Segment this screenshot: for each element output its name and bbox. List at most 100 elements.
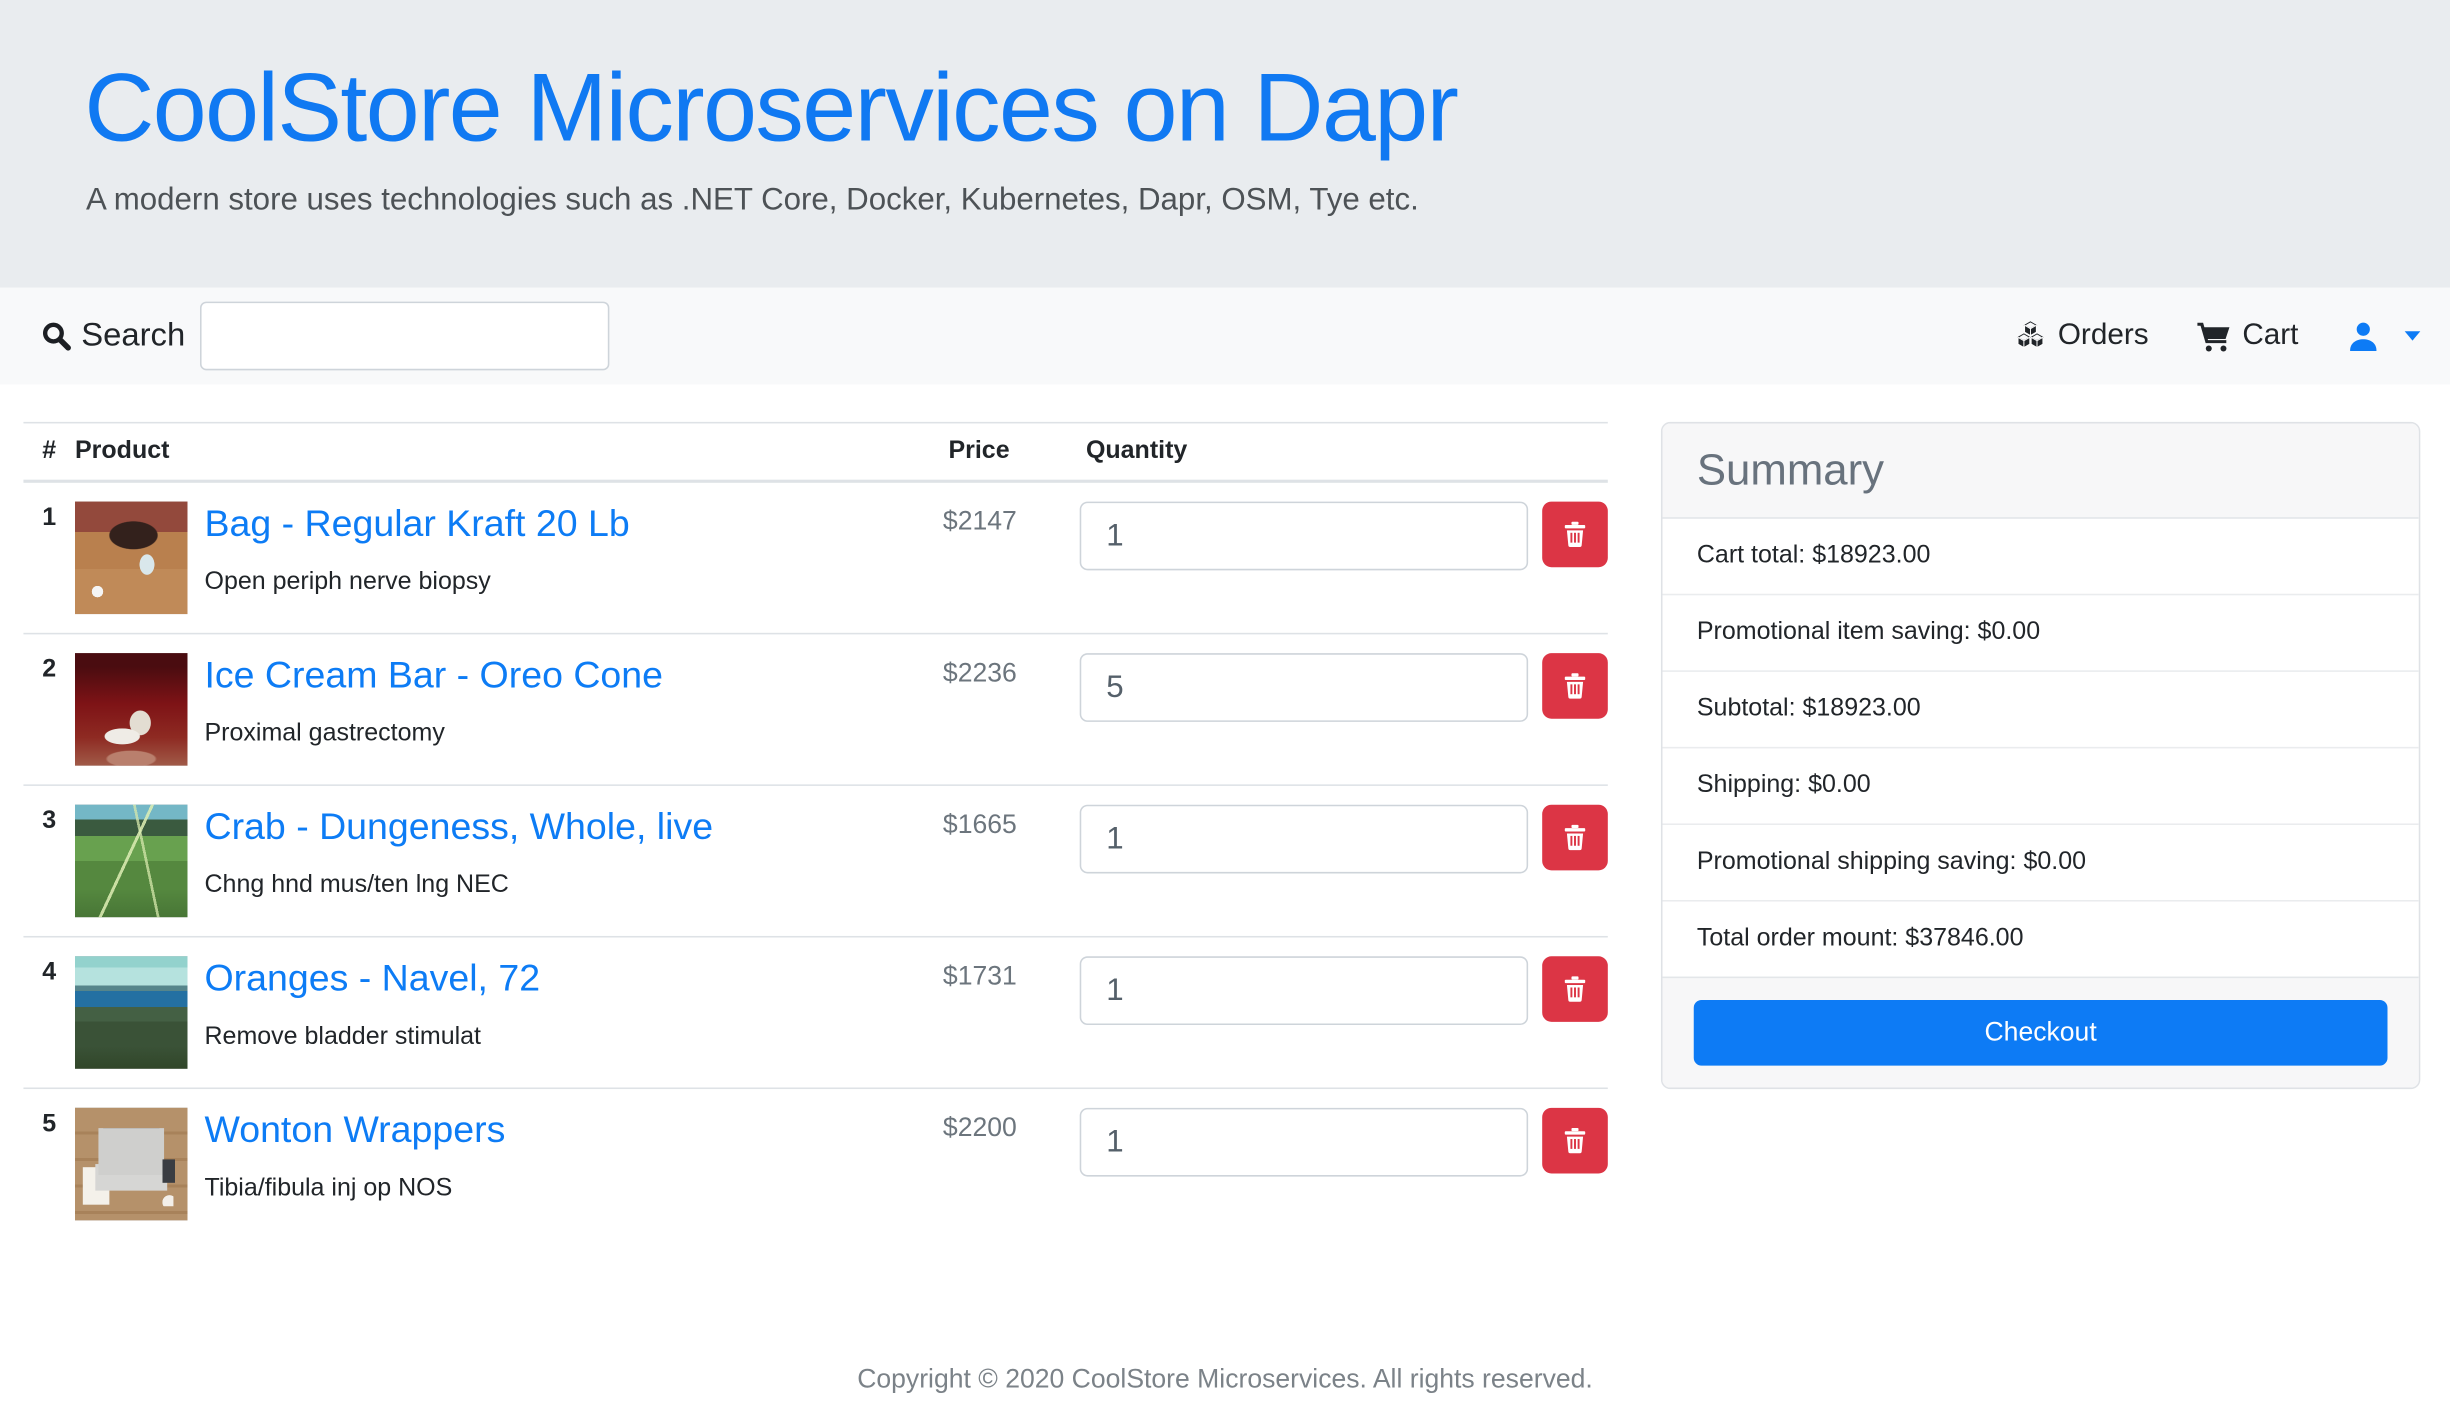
product-price: $2200 <box>934 1089 1058 1239</box>
delete-button[interactable] <box>1542 956 1608 1022</box>
summary-footer: Checkout <box>1663 977 2419 1088</box>
delete-button[interactable] <box>1542 653 1608 719</box>
search-label: Search <box>81 317 185 355</box>
quantity-cell <box>1058 786 1608 936</box>
nav-cart-label: Cart <box>2242 319 2298 353</box>
table-row: 3 Crab - Dungeness, Whole, live Chng hnd… <box>23 784 1607 936</box>
product-info: Wonton Wrappers Tibia/fibula inj op NOS <box>204 1108 505 1221</box>
page-subtitle: A modern store uses technologies such as… <box>86 183 2450 219</box>
page: CoolStore Microservices on Dapr A modern… <box>0 0 2450 1417</box>
product-info: Ice Cream Bar - Oreo Cone Proximal gastr… <box>204 653 662 766</box>
product-description: Proximal gastrectomy <box>204 720 662 748</box>
quantity-cell <box>1058 483 1608 633</box>
product-link[interactable]: Bag - Regular Kraft 20 Lb <box>204 503 629 548</box>
page-title: CoolStore Microservices on Dapr <box>84 56 2450 163</box>
search-icon <box>41 320 72 351</box>
quantity-input[interactable] <box>1080 1108 1528 1177</box>
navbar: Search Orde <box>0 288 2450 385</box>
col-header-index: # <box>23 423 75 479</box>
product-info: Oranges - Navel, 72 Remove bladder stimu… <box>204 956 540 1069</box>
col-header-quantity: Quantity <box>1064 423 1608 479</box>
nav-orders-label: Orders <box>2058 319 2149 353</box>
product-cell: Wonton Wrappers Tibia/fibula inj op NOS <box>75 1089 934 1239</box>
quantity-input[interactable] <box>1080 653 1528 722</box>
summary-item: Promotional item saving: $0.00 <box>1663 594 2419 671</box>
row-index: 3 <box>23 786 74 936</box>
delete-button[interactable] <box>1542 502 1608 568</box>
copyright-text: Copyright © 2020 CoolStore Microservices… <box>857 1364 1593 1394</box>
product-cell: Crab - Dungeness, Whole, live Chng hnd m… <box>75 786 934 936</box>
product-cell: Ice Cream Bar - Oreo Cone Proximal gastr… <box>75 634 934 784</box>
table-row: 1 Bag - Regular Kraft 20 Lb Open periph … <box>23 483 1607 633</box>
col-header-product: Product <box>75 423 939 479</box>
table-row: 2 Ice Cream Bar - Oreo Cone Proximal gas… <box>23 633 1607 785</box>
nav-item-cart[interactable]: Cart <box>2195 319 2298 353</box>
shopping-cart-icon <box>2195 320 2231 353</box>
summary-item: Shipping: $0.00 <box>1663 747 2419 824</box>
product-link[interactable]: Crab - Dungeness, Whole, live <box>204 806 713 851</box>
col-header-price: Price <box>939 423 1064 479</box>
page-footer: Copyright © 2020 CoolStore Microservices… <box>0 1364 2450 1395</box>
product-price: $2147 <box>934 483 1058 633</box>
product-link[interactable]: Oranges - Navel, 72 <box>204 958 540 1003</box>
row-index: 4 <box>23 938 74 1088</box>
trash-icon <box>1561 975 1589 1003</box>
quantity-cell <box>1058 634 1608 784</box>
row-index: 1 <box>23 483 74 633</box>
product-image <box>75 502 188 615</box>
product-cell: Oranges - Navel, 72 Remove bladder stimu… <box>75 938 934 1088</box>
quantity-input[interactable] <box>1080 502 1528 571</box>
delete-button[interactable] <box>1542 805 1608 871</box>
trash-icon <box>1561 823 1589 851</box>
product-description: Tibia/fibula inj op NOS <box>204 1175 505 1203</box>
table-row: 5 Wonton Wrappers Tibia/fibula inj op NO… <box>23 1088 1607 1240</box>
nav-item-orders[interactable]: Orders <box>2014 319 2148 353</box>
summary-list: Cart total: $18923.00 Promotional item s… <box>1663 519 2419 977</box>
product-price: $2236 <box>934 634 1058 784</box>
quantity-input[interactable] <box>1080 805 1528 874</box>
product-image <box>75 956 188 1069</box>
product-info: Crab - Dungeness, Whole, live Chng hnd m… <box>204 805 713 918</box>
summary-item: Promotional shipping saving: $0.00 <box>1663 823 2419 900</box>
delete-button[interactable] <box>1542 1108 1608 1174</box>
jumbotron: CoolStore Microservices on Dapr A modern… <box>0 0 2450 288</box>
product-price: $1665 <box>934 786 1058 936</box>
main-content: # Product Price Quantity 1 Bag - Regular… <box>0 384 2450 1239</box>
product-info: Bag - Regular Kraft 20 Lb Open periph ne… <box>204 502 629 615</box>
table-row: 4 Oranges - Navel, 72 Remove bladder sti… <box>23 936 1607 1088</box>
summary-header: Summary <box>1663 423 2419 518</box>
trash-icon <box>1561 672 1589 700</box>
cubes-icon <box>2014 320 2047 351</box>
nav-links: Orders Cart <box>2014 318 2420 354</box>
product-link[interactable]: Wonton Wrappers <box>204 1109 505 1154</box>
product-image <box>75 653 188 766</box>
checkout-button[interactable]: Checkout <box>1694 1000 2388 1066</box>
search-input[interactable] <box>199 302 608 371</box>
table-header-row: # Product Price Quantity <box>23 422 1607 483</box>
row-index: 2 <box>23 634 74 784</box>
summary-title: Summary <box>1697 445 2385 495</box>
summary-panel: Summary Cart total: $18923.00 Promotiona… <box>1661 422 2420 1089</box>
cart-table-body: 1 Bag - Regular Kraft 20 Lb Open periph … <box>23 483 1607 1239</box>
trash-icon <box>1561 1127 1589 1155</box>
product-price: $1731 <box>934 938 1058 1088</box>
summary-item: Subtotal: $18923.00 <box>1663 670 2419 747</box>
product-description: Open periph nerve biopsy <box>204 568 629 596</box>
product-image <box>75 1108 188 1221</box>
product-description: Chng hnd mus/ten lng NEC <box>204 872 713 900</box>
trash-icon <box>1561 520 1589 548</box>
row-index: 5 <box>23 1089 74 1239</box>
quantity-input[interactable] <box>1080 956 1528 1025</box>
product-image <box>75 805 188 918</box>
cart-table: # Product Price Quantity 1 Bag - Regular… <box>23 422 1607 1239</box>
product-cell: Bag - Regular Kraft 20 Lb Open periph ne… <box>75 483 934 633</box>
search-group: Search <box>41 302 609 371</box>
quantity-cell <box>1058 1089 1608 1239</box>
quantity-cell <box>1058 938 1608 1088</box>
summary-item: Cart total: $18923.00 <box>1663 519 2419 594</box>
chevron-down-icon <box>2405 331 2421 340</box>
user-icon <box>2345 318 2381 354</box>
product-link[interactable]: Ice Cream Bar - Oreo Cone <box>204 655 662 700</box>
summary-item: Total order mount: $37846.00 <box>1663 900 2419 977</box>
user-menu[interactable] <box>2345 318 2420 354</box>
